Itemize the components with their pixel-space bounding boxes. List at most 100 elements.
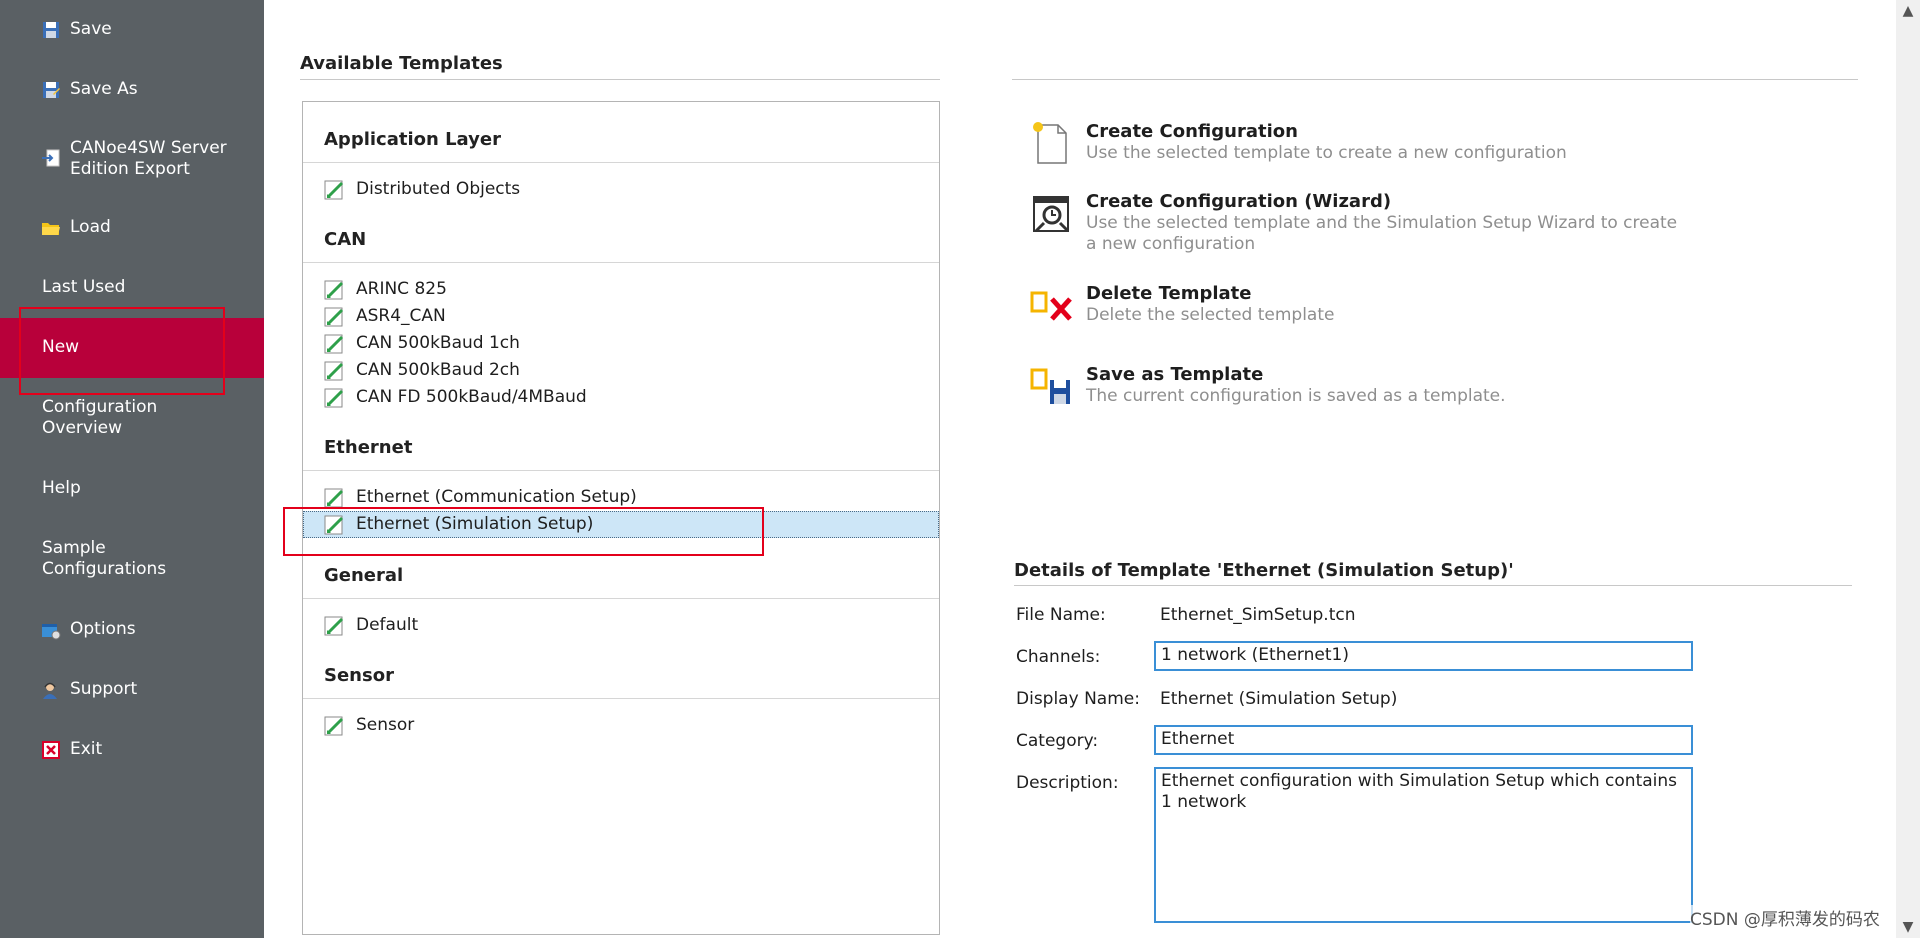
template-icon <box>324 716 344 736</box>
vertical-scrollbar[interactable]: ▲ ▼ <box>1896 0 1920 938</box>
create-configuration-action[interactable]: Create Configuration Use the selected te… <box>1030 121 1690 171</box>
available-templates-divider <box>300 79 940 80</box>
description-label: Description: <box>1016 773 1119 793</box>
new-document-icon <box>1033 122 1067 164</box>
sidebar-item-sample-configurations[interactable]: Sample Configurations <box>0 538 264 582</box>
template-icon <box>324 488 344 508</box>
sidebar-item-label: Load <box>70 217 111 237</box>
template-label: ASR4_CAN <box>356 306 446 326</box>
template-label: ARINC 825 <box>356 279 447 299</box>
sidebar-item-label: Save As <box>70 79 138 99</box>
options-icon <box>42 624 61 640</box>
template-item[interactable]: Distributed Objects <box>303 176 939 203</box>
template-icon <box>324 388 344 408</box>
file-name-value: Ethernet_SimSetup.tcn <box>1160 605 1356 625</box>
sidebar-item-label: Sample Configurations <box>42 538 167 579</box>
sidebar-item-save-as[interactable]: Save As <box>0 79 264 103</box>
template-item[interactable]: Sensor <box>303 712 939 739</box>
scroll-up-icon[interactable]: ▲ <box>1896 0 1920 22</box>
sidebar-item-label: Options <box>70 619 136 639</box>
action-title: Create Configuration <box>1086 121 1298 142</box>
exit-icon <box>42 741 60 759</box>
template-list[interactable]: Application Layer Distributed Objects CA… <box>302 101 940 935</box>
sidebar-item-support[interactable]: Support <box>0 679 264 703</box>
sidebar-item-last-used[interactable]: Last Used <box>0 277 264 301</box>
template-label: CAN 500kBaud 2ch <box>356 360 520 380</box>
sidebar-item-help[interactable]: Help <box>0 478 264 502</box>
sidebar-item-canoe4sw-export[interactable]: CANoe4SW Server Edition Export <box>0 138 264 182</box>
template-item[interactable]: CAN 500kBaud 2ch <box>303 357 939 384</box>
delete-template-icon <box>1030 291 1072 321</box>
sidebar-item-label: Support <box>70 679 138 699</box>
delete-template-action[interactable]: Delete Template Delete the selected temp… <box>1030 283 1690 333</box>
sidebar-item-options[interactable]: Options <box>0 619 264 643</box>
template-label: Ethernet (Simulation Setup) <box>356 514 594 534</box>
action-description: The current configuration is saved as a … <box>1086 386 1506 406</box>
template-icon <box>324 361 344 381</box>
sidebar-item-new[interactable]: New <box>0 318 264 378</box>
sidebar-item-save[interactable]: Save <box>0 19 264 43</box>
group-divider <box>303 698 939 699</box>
action-title: Save as Template <box>1086 364 1264 385</box>
description-field[interactable]: Ethernet configuration with Simulation S… <box>1154 767 1693 923</box>
sidebar-item-label: Last Used <box>42 277 126 297</box>
template-item[interactable]: Ethernet (Communication Setup) <box>303 484 939 511</box>
group-divider <box>303 598 939 599</box>
category-field[interactable]: Ethernet <box>1154 725 1693 755</box>
available-templates-title: Available Templates <box>300 53 503 74</box>
sidebar-item-exit[interactable]: Exit <box>0 739 264 763</box>
template-icon <box>324 180 344 200</box>
support-icon <box>43 682 57 699</box>
template-label: Default <box>356 615 419 635</box>
group-divider <box>303 470 939 471</box>
watermark: CSDN @厚积薄发的码农 <box>1690 905 1880 930</box>
template-item[interactable]: ASR4_CAN <box>303 303 939 330</box>
template-icon <box>324 280 344 300</box>
template-label: Ethernet (Communication Setup) <box>356 487 637 507</box>
actions-divider <box>1012 79 1858 80</box>
template-item[interactable]: Default <box>303 612 939 639</box>
create-configuration-wizard-action[interactable]: Create Configuration (Wizard) Use the se… <box>1030 191 1690 261</box>
sidebar-item-load[interactable]: Load <box>0 217 264 241</box>
template-icon <box>324 307 344 327</box>
sidebar-item-label: Save <box>70 19 112 39</box>
save-as-icon <box>43 82 60 98</box>
template-icon <box>324 616 344 636</box>
template-label: CAN 500kBaud 1ch <box>356 333 520 353</box>
save-icon <box>43 22 59 38</box>
save-as-template-action[interactable]: Save as Template The current configurati… <box>1030 364 1690 414</box>
export-icon <box>42 149 60 167</box>
action-title: Create Configuration (Wizard) <box>1086 191 1392 212</box>
channels-label: Channels: <box>1016 647 1101 667</box>
action-description: Delete the selected template <box>1086 305 1335 325</box>
template-icon <box>324 334 344 354</box>
template-item[interactable]: CAN 500kBaud 1ch <box>303 330 939 357</box>
template-label: Sensor <box>356 715 415 735</box>
channels-field[interactable]: 1 network (Ethernet1) <box>1154 641 1693 671</box>
details-title: Details of Template 'Ethernet (Simulatio… <box>1014 560 1514 581</box>
sidebar: Save Save As CANoe4SW Server Edition Exp… <box>0 0 264 938</box>
sidebar-item-configuration-overview[interactable]: Configuration Overview <box>0 397 264 441</box>
sidebar-item-label: CANoe4SW Server Edition Export <box>70 138 227 179</box>
file-name-label: File Name: <box>1016 605 1106 625</box>
template-item[interactable]: ARINC 825 <box>303 276 939 303</box>
template-icon <box>324 515 344 535</box>
group-divider <box>303 162 939 163</box>
sidebar-item-label: New <box>42 337 80 357</box>
display-name-label: Display Name: <box>1016 689 1140 709</box>
save-template-icon <box>1030 368 1070 404</box>
action-description: Use the selected template and the Simula… <box>1086 213 1678 254</box>
action-description: Use the selected template to create a ne… <box>1086 143 1567 163</box>
template-item[interactable]: CAN FD 500kBaud/4MBaud <box>303 384 939 411</box>
sidebar-item-label: Configuration Overview <box>42 397 158 438</box>
category-label: Category: <box>1016 731 1099 751</box>
sidebar-item-label: Exit <box>70 739 103 759</box>
template-item-selected[interactable]: Ethernet (Simulation Setup) <box>303 511 939 538</box>
template-label: Distributed Objects <box>356 179 521 199</box>
sidebar-item-label: Help <box>42 478 81 498</box>
group-divider <box>303 262 939 263</box>
display-name-value: Ethernet (Simulation Setup) <box>1160 689 1398 709</box>
details-divider <box>1014 585 1852 586</box>
folder-icon <box>42 223 60 235</box>
scroll-down-icon[interactable]: ▼ <box>1896 916 1920 938</box>
